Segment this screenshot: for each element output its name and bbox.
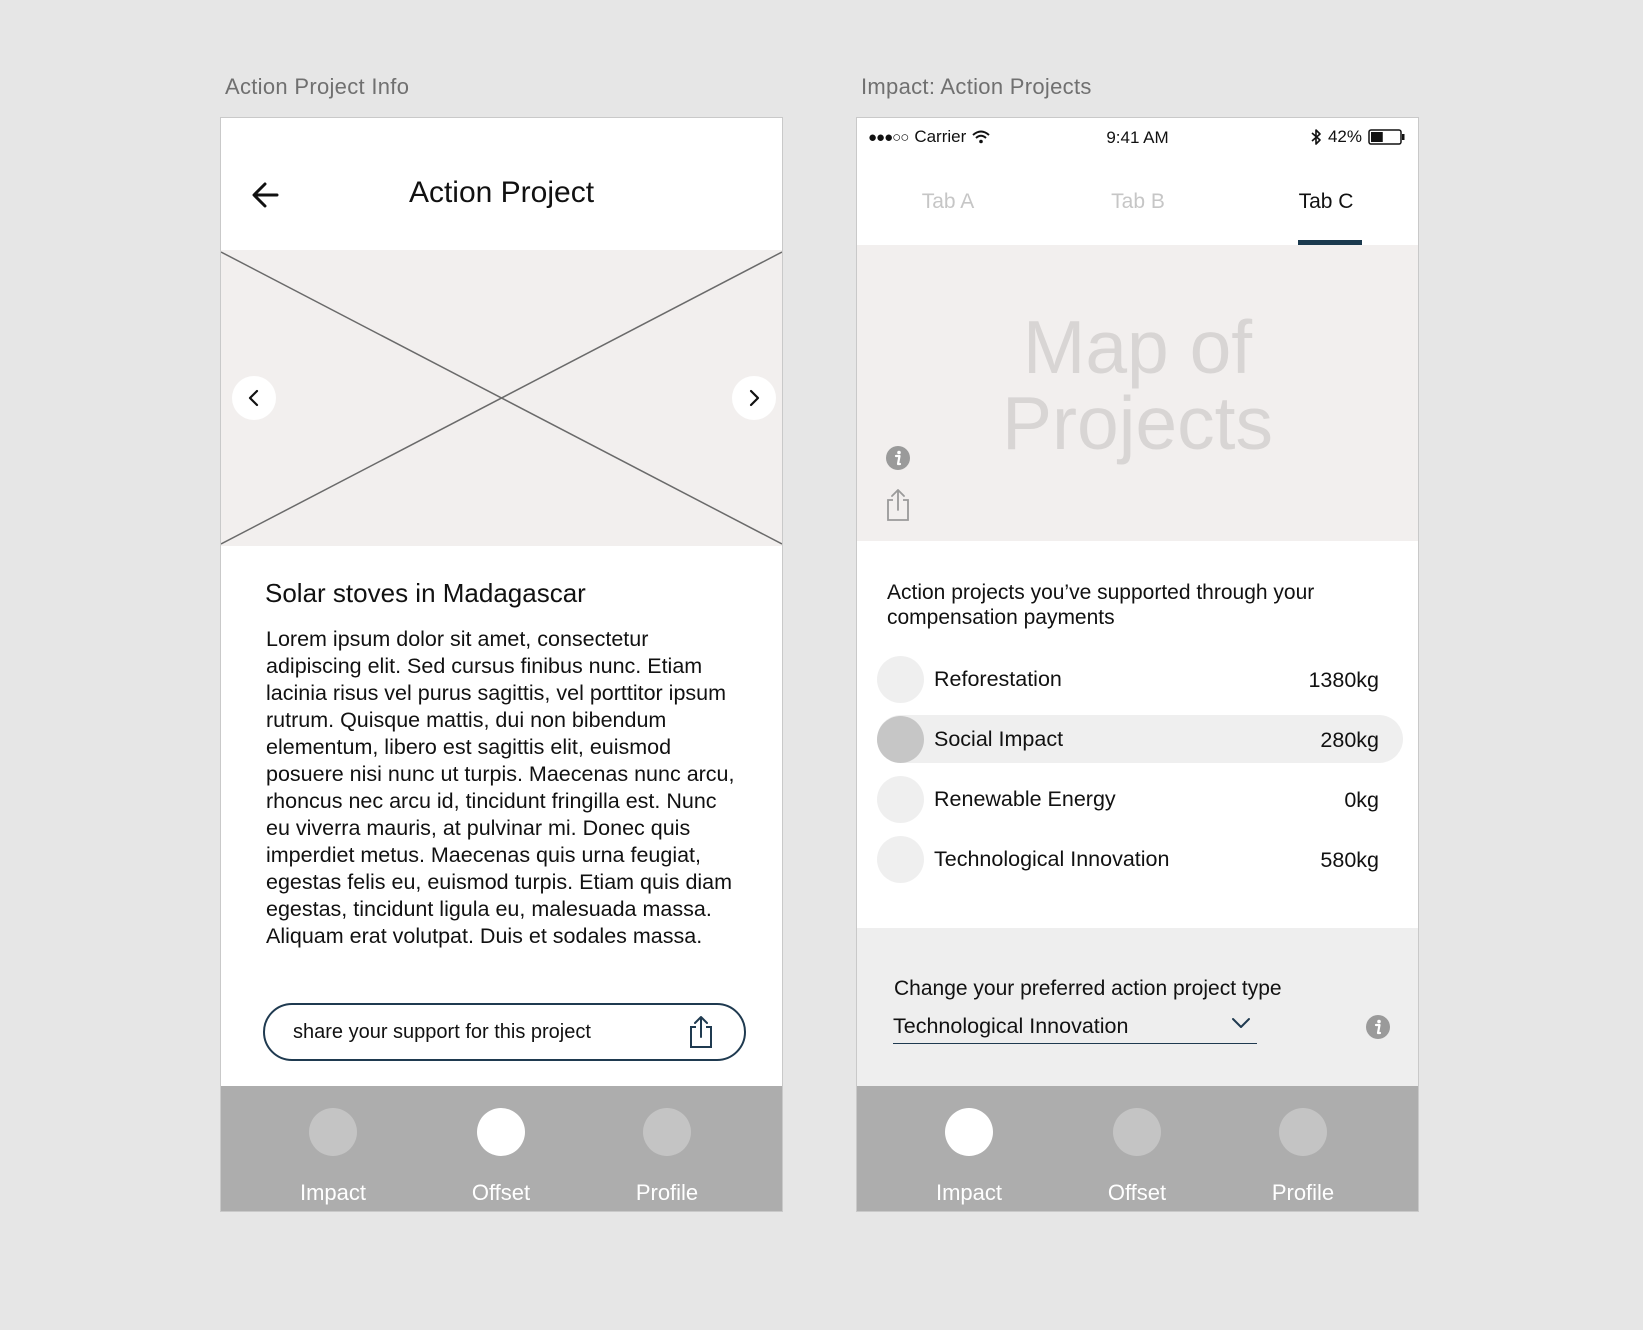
map-title-line2: Projects [1002, 381, 1273, 465]
project-type-list: Reforestation 1380kg Social Impact 280kg… [877, 655, 1403, 895]
chevron-left-icon [248, 389, 259, 407]
map-info-button[interactable] [885, 445, 911, 476]
nav-item-offset[interactable]: Offset [1077, 1106, 1197, 1206]
nav-label: Profile [635, 1180, 699, 1205]
project-type-value: 580kg [1320, 848, 1379, 872]
info-icon [886, 446, 910, 470]
project-type-icon [877, 776, 924, 823]
header: Action Project [221, 118, 782, 250]
preferred-type-label: Change your preferred action project typ… [894, 977, 1282, 1000]
preferred-type-value: Technological Innovation [893, 1014, 1129, 1038]
nav-profile-icon [1279, 1108, 1327, 1156]
share-icon [686, 1015, 716, 1054]
tab-bar: Tab A Tab B Tab C [857, 158, 1418, 245]
preferred-type-info-button[interactable] [1365, 1014, 1391, 1045]
supported-projects-description: Action projects you’ve supported through… [887, 581, 1315, 629]
battery-icon [1368, 129, 1405, 145]
preferred-type-panel: Change your preferred action project typ… [857, 928, 1418, 1088]
project-type-icon [877, 656, 924, 703]
list-item-renewable-energy[interactable]: Renewable Energy 0kg [877, 775, 1403, 823]
nav-item-offset[interactable]: Offset [441, 1106, 561, 1206]
image-placeholder [221, 251, 782, 545]
nav-label: Impact [299, 1180, 367, 1205]
preferred-type-select[interactable]: Technological Innovation [893, 1010, 1257, 1044]
project-type-icon [877, 716, 924, 763]
nav-item-impact[interactable]: Impact [909, 1106, 1029, 1206]
project-description: Lorem ipsum dolor sit amet, consectetur … [266, 627, 735, 948]
tab-c[interactable]: Tab C [1261, 190, 1391, 214]
nav-item-profile[interactable]: Profile [607, 1106, 727, 1206]
nav-impact-icon [945, 1108, 993, 1156]
nav-label: Offset [1107, 1180, 1167, 1205]
project-type-name: Technological Innovation [934, 847, 1170, 871]
bottom-nav: Impact Offset Profile [221, 1086, 782, 1211]
project-type-name: Reforestation [934, 667, 1062, 691]
info-icon [1366, 1015, 1390, 1039]
artboard-label-right: Impact: Action Projects [861, 74, 1092, 99]
list-item-reforestation[interactable]: Reforestation 1380kg [877, 655, 1403, 703]
project-type-value: 0kg [1344, 788, 1379, 812]
page-title: Action Project [408, 176, 595, 209]
bottom-nav: Impact Offset Profile [857, 1086, 1418, 1211]
nav-item-impact[interactable]: Impact [273, 1106, 393, 1206]
nav-label: Impact [935, 1180, 1003, 1205]
action-project-info-screen: Action Project Solar stoves in Madagasca… [220, 117, 783, 1212]
nav-offset-icon [477, 1108, 525, 1156]
list-item-technological-innovation[interactable]: Technological Innovation 580kg [877, 835, 1403, 883]
projects-map[interactable]: Map of Projects [857, 245, 1418, 541]
nav-label: Profile [1271, 1180, 1335, 1205]
map-title-line1: Map of [1022, 305, 1253, 389]
bluetooth-icon [1311, 129, 1321, 145]
nav-impact-icon [309, 1108, 357, 1156]
list-item-social-impact[interactable]: Social Impact 280kg [877, 715, 1403, 763]
carousel-prev-button[interactable] [232, 376, 276, 420]
project-type-value: 280kg [1320, 728, 1379, 752]
project-type-name: Renewable Energy [934, 787, 1116, 811]
status-bar: ●●●○○ Carrier 9:41 AM 42% [857, 118, 1418, 158]
project-type-icon [877, 836, 924, 883]
battery-percent: 42% [1327, 127, 1362, 146]
artboard-label-left: Action Project Info [225, 74, 410, 99]
tab-a[interactable]: Tab A [883, 190, 1013, 214]
nav-offset-icon [1113, 1108, 1161, 1156]
share-support-label: share your support for this project [293, 1021, 591, 1043]
project-type-name: Social Impact [934, 727, 1064, 751]
map-share-button[interactable] [885, 488, 911, 527]
impact-action-projects-screen: ●●●○○ Carrier 9:41 AM 42% Tab A Tab B Ta… [856, 117, 1419, 1212]
map-placeholder-title: Map of Projects [857, 309, 1418, 461]
project-title: Solar stoves in Madagascar [265, 578, 586, 608]
nav-profile-icon [643, 1108, 691, 1156]
nav-label: Offset [471, 1180, 531, 1205]
project-type-value: 1380kg [1308, 668, 1379, 692]
share-icon [887, 489, 909, 521]
chevron-down-icon [1232, 1018, 1250, 1028]
nav-item-profile[interactable]: Profile [1243, 1106, 1363, 1206]
share-support-button[interactable]: share your support for this project [263, 1003, 746, 1061]
image-carousel [221, 250, 782, 546]
chevron-right-icon [749, 389, 760, 407]
tab-b[interactable]: Tab B [1073, 190, 1203, 214]
carousel-next-button[interactable] [732, 376, 776, 420]
